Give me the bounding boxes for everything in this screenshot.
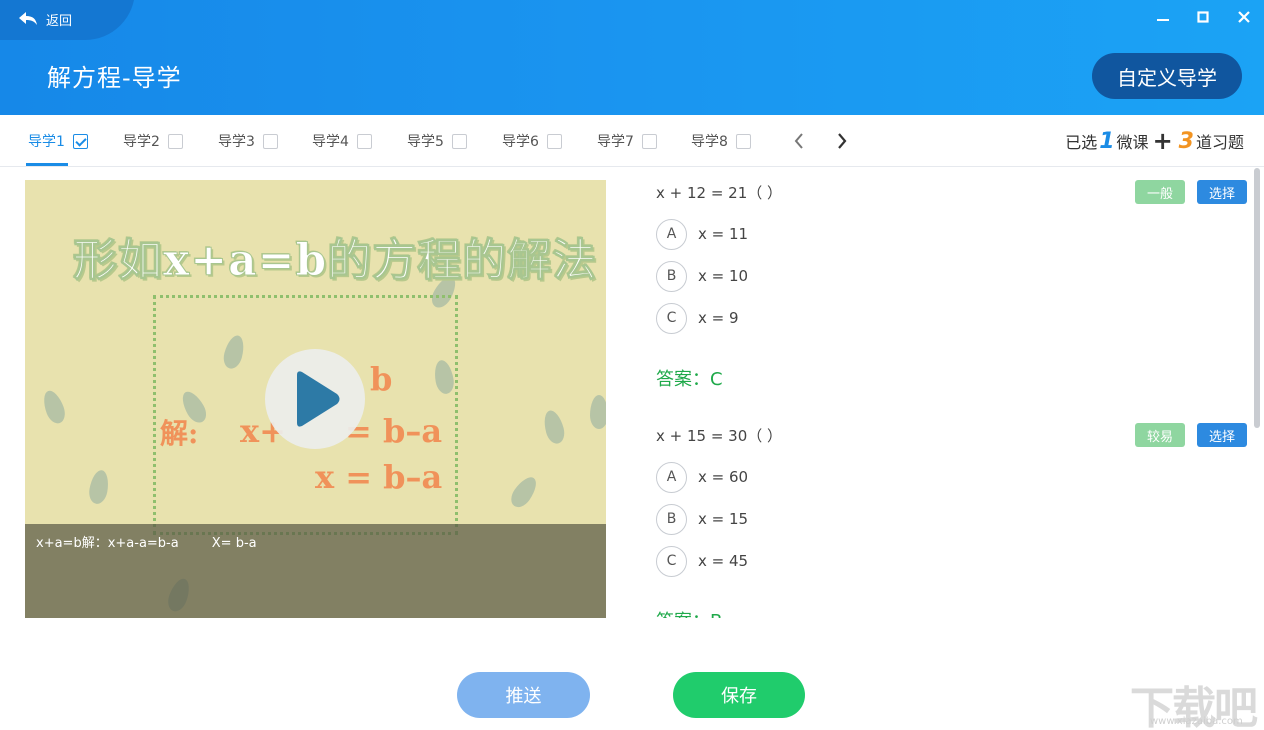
watermark-url: www.xiazaiba.com (1150, 716, 1243, 727)
tab-checkbox[interactable] (451, 133, 467, 149)
option-letter: C (656, 545, 687, 577)
micro-lesson-label: 微课 (1116, 133, 1149, 152)
tab-checkbox[interactable] (641, 133, 657, 149)
custom-guide-button[interactable]: 自定义导学 (1092, 53, 1242, 99)
option-text: x = 15 (698, 510, 749, 528)
option-a: A x = 60 (656, 461, 748, 493)
maximize-button[interactable] (1192, 6, 1214, 28)
tab-label: 导学6 (502, 134, 539, 150)
header-bar: 返回 解方程-导学 自定义导学 (0, 0, 1264, 115)
tab-checkbox[interactable] (262, 133, 278, 149)
leaf-decoration (506, 472, 542, 512)
summary-prefix: 已选 (1065, 133, 1098, 152)
maximize-icon (1197, 11, 1209, 23)
close-button[interactable] (1233, 6, 1255, 28)
chevron-left-icon (794, 133, 803, 149)
tab-checkbox[interactable] (72, 133, 88, 149)
question-count-label: 道习题 (1195, 133, 1244, 152)
tab-checkbox[interactable] (735, 133, 751, 149)
leaf-decoration (590, 395, 606, 429)
minimize-icon (1157, 19, 1169, 21)
option-letter: B (656, 503, 687, 535)
play-button[interactable] (265, 349, 365, 449)
difficulty-badge: 一般 (1135, 180, 1185, 204)
leaf-decoration (540, 408, 568, 446)
option-text: x = 11 (698, 225, 749, 243)
option-b: B x = 15 (656, 503, 748, 535)
tab-guide-6[interactable]: 导学6 (502, 115, 562, 167)
tab-guide-8[interactable]: 导学8 (691, 115, 751, 167)
leaf-decoration (39, 387, 69, 427)
tab-label: 导学5 (407, 134, 444, 150)
option-c: C x = 9 (656, 302, 739, 334)
tab-label: 导学2 (123, 134, 160, 150)
question-list: x + 12 = 21（ ） 一般 选择 A x = 11 B x = 10 C… (640, 170, 1252, 618)
tab-label: 导学1 (28, 134, 65, 150)
save-button[interactable]: 保存 (673, 672, 805, 718)
chevron-right-icon (838, 133, 847, 149)
option-a: A x = 11 (656, 218, 748, 250)
video-subtitle: x+a=b解：x+a-a=b-a X= b-a (36, 536, 257, 551)
tab-guide-7[interactable]: 导学7 (597, 115, 657, 167)
video-title: 形如x+a=b的方程的解法 (72, 235, 598, 287)
option-b: B x = 10 (656, 260, 748, 292)
option-letter: B (656, 260, 687, 292)
tab-guide-3[interactable]: 导学3 (218, 115, 278, 167)
leaf-decoration (87, 468, 111, 506)
select-question-button[interactable]: 选择 (1197, 423, 1247, 447)
tab-guide-5[interactable]: 导学5 (407, 115, 467, 167)
option-letter: A (656, 218, 687, 250)
tabs-prev-button[interactable] (789, 130, 809, 152)
tab-checkbox[interactable] (546, 133, 562, 149)
page-title: 解方程-导学 (47, 64, 182, 92)
equation-line-3: x = b–a (315, 458, 443, 496)
back-label: 返回 (46, 13, 73, 29)
tab-checkbox[interactable] (167, 133, 183, 149)
tab-checkbox[interactable] (356, 133, 372, 149)
option-c: C x = 45 (656, 545, 748, 577)
tab-label: 导学4 (312, 134, 349, 150)
minimize-button[interactable] (1152, 6, 1174, 28)
question-count: 3 (1178, 128, 1194, 154)
play-icon (297, 371, 340, 427)
tab-label: 导学7 (597, 134, 634, 150)
option-letter: C (656, 302, 687, 334)
active-tab-indicator (26, 163, 68, 166)
plus-sign: + (1152, 127, 1173, 155)
app-window: 返回 解方程-导学 自定义导学 导学1 导学2 导学3 导学4 导学5 导学6 … (0, 0, 1264, 730)
option-text: x = 45 (698, 552, 749, 570)
equation-solve-label: 解: (160, 417, 199, 450)
equation-line-1: b (370, 360, 393, 398)
tab-guide-2[interactable]: 导学2 (123, 115, 183, 167)
question-scrollbar[interactable] (1254, 168, 1260, 428)
guide-tabs-bar: 导学1 导学2 导学3 导学4 导学5 导学6 导学7 导学8 已选 1 微课 … (0, 115, 1264, 167)
back-button[interactable]: 返回 (18, 8, 72, 30)
micro-lesson-count: 1 (1099, 128, 1115, 154)
answer-text: 答案：B (656, 607, 722, 618)
select-question-button[interactable]: 选择 (1197, 180, 1247, 204)
option-letter: A (656, 461, 687, 493)
video-player[interactable]: 形如x+a=b的方程的解法 b 解: x+ = b–a x = b–a x+a=… (25, 180, 606, 618)
option-text: x = 9 (698, 309, 739, 327)
tabs-next-button[interactable] (832, 130, 852, 152)
selection-summary: 已选 1 微课 + 3 道习题 (1065, 115, 1244, 167)
option-text: x = 60 (698, 468, 749, 486)
tab-guide-1[interactable]: 导学1 (28, 115, 88, 167)
difficulty-badge: 较易 (1135, 423, 1185, 447)
push-button[interactable]: 推送 (457, 672, 590, 718)
tab-guide-4[interactable]: 导学4 (312, 115, 372, 167)
option-text: x = 10 (698, 267, 749, 285)
tab-label: 导学3 (218, 134, 255, 150)
answer-text: 答案：C (656, 369, 723, 390)
close-icon (1238, 11, 1250, 23)
question-text: x + 12 = 21（ ） (656, 184, 783, 202)
tab-label: 导学8 (691, 134, 728, 150)
question-text: x + 15 = 30（ ） (656, 427, 783, 445)
back-arrow-icon (19, 12, 37, 25)
